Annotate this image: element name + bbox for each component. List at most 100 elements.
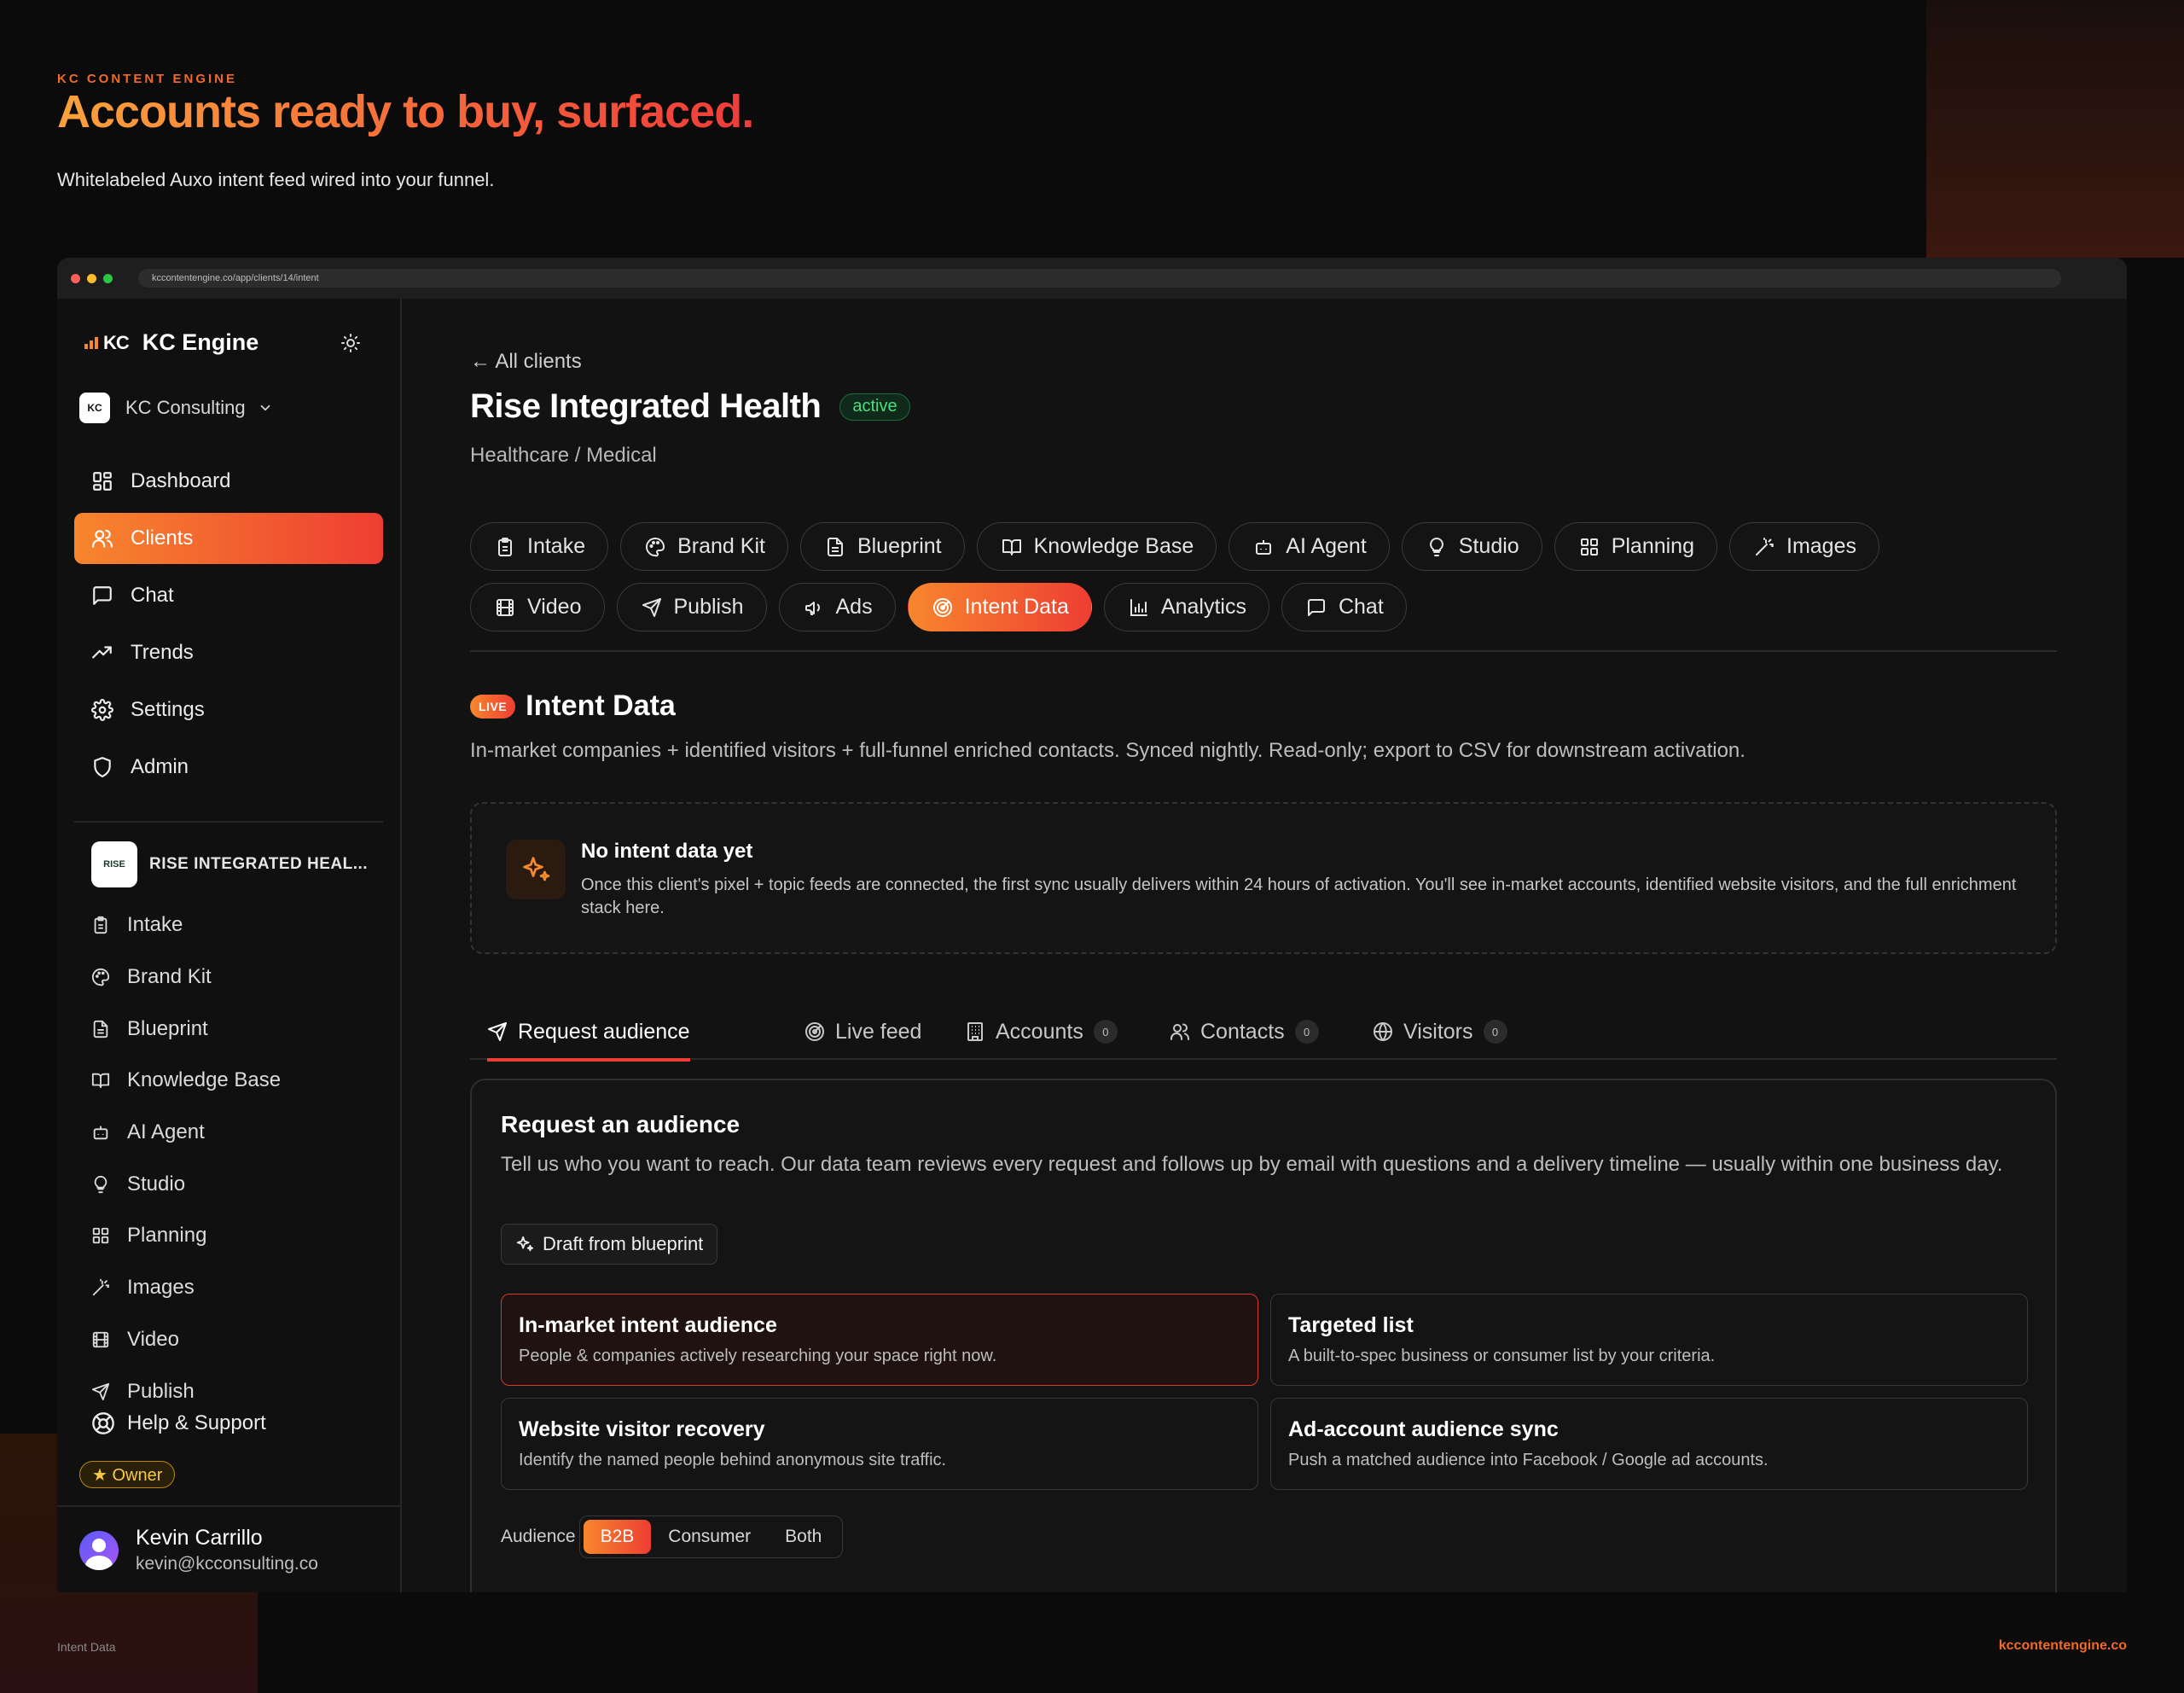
send-icon bbox=[91, 1382, 110, 1400]
tab-brand-kit[interactable]: Brand Kit bbox=[620, 522, 788, 571]
client-nav-label: Knowledge Base bbox=[127, 1068, 282, 1092]
subtab-accounts[interactable]: Accounts 0 bbox=[965, 1004, 1118, 1060]
empty-state: No intent data yet Once this client's pi… bbox=[470, 802, 2057, 954]
megaphone-icon bbox=[804, 601, 820, 615]
nav-item-chat[interactable]: Chat bbox=[74, 570, 383, 621]
subtab-contacts[interactable]: Contacts 0 bbox=[1170, 1004, 1319, 1060]
back-link[interactable]: ← All clients bbox=[470, 350, 582, 374]
option-in-market-intent[interactable]: In-market intent audience People & compa… bbox=[501, 1294, 1258, 1386]
subtab-label: Live feed bbox=[835, 1019, 922, 1044]
client-nav-knowledge-base[interactable]: Knowledge Base bbox=[91, 1055, 281, 1107]
option-ad-account-sync[interactable]: Ad-account audience sync Push a matched … bbox=[1270, 1398, 2028, 1490]
browser-chrome: kccontentengine.co/app/clients/14/intent bbox=[57, 258, 2127, 299]
option-title: In-market intent audience bbox=[519, 1313, 777, 1337]
audience-option-both[interactable]: Both bbox=[768, 1520, 839, 1554]
grid-icon bbox=[1580, 538, 1598, 556]
option-description: People & companies actively researching … bbox=[519, 1347, 997, 1365]
client-nav-images[interactable]: Images bbox=[91, 1262, 281, 1314]
subtab-visitors[interactable]: Visitors 0 bbox=[1373, 1004, 1507, 1060]
subtab-label: Accounts bbox=[996, 1019, 1083, 1044]
user-email: kevin@kcconsulting.co bbox=[136, 1554, 318, 1574]
client-nav-planning[interactable]: Planning bbox=[91, 1210, 281, 1262]
minimize-window-dot[interactable] bbox=[87, 273, 96, 283]
current-client[interactable]: RISE RISE INTEGRATED HEAL... bbox=[91, 841, 368, 887]
user-name: Kevin Carrillo bbox=[136, 1526, 263, 1550]
section-description: In-market companies + identified visitor… bbox=[470, 739, 1745, 762]
divider bbox=[74, 821, 383, 823]
subtab-label: Request audience bbox=[518, 1019, 690, 1044]
book-icon bbox=[1002, 538, 1021, 556]
decorative-glow bbox=[1926, 0, 2184, 258]
page-title: Rise Integrated Health bbox=[470, 387, 822, 425]
trending-icon bbox=[92, 646, 112, 659]
footer-site-link[interactable]: kccontentengine.co bbox=[1999, 1638, 2127, 1654]
option-targeted-list[interactable]: Targeted list A built-to-spec business o… bbox=[1270, 1294, 2028, 1386]
nav-item-clients[interactable]: Clients bbox=[74, 513, 383, 564]
theme-toggle-button[interactable] bbox=[337, 329, 364, 357]
tab-video[interactable]: Video bbox=[470, 583, 605, 631]
org-switcher[interactable]: KC KC Consulting bbox=[79, 393, 273, 423]
option-website-visitor-recovery[interactable]: Website visitor recovery Identify the na… bbox=[501, 1398, 1258, 1490]
radar-icon bbox=[805, 1022, 824, 1041]
tab-intake[interactable]: Intake bbox=[470, 522, 609, 571]
nav-item-label: Settings bbox=[131, 698, 205, 721]
message-icon bbox=[93, 586, 112, 605]
help-support-link[interactable]: Help & Support bbox=[91, 1411, 266, 1435]
client-nav-studio[interactable]: Studio bbox=[91, 1158, 281, 1210]
tab-analytics[interactable]: Analytics bbox=[1103, 583, 1269, 631]
close-window-dot[interactable] bbox=[71, 273, 80, 283]
audience-option-b2b[interactable]: B2B bbox=[583, 1520, 652, 1554]
tab-images[interactable]: Images bbox=[1729, 522, 1879, 571]
audience-option-consumer[interactable]: Consumer bbox=[651, 1520, 768, 1554]
tab-chat[interactable]: Chat bbox=[1281, 583, 1407, 631]
client-nav-brand-kit[interactable]: Brand Kit bbox=[91, 951, 281, 1004]
building-icon bbox=[967, 1022, 983, 1041]
magic-wand-icon bbox=[92, 1279, 110, 1296]
lifebuoy-icon bbox=[92, 1412, 114, 1434]
nav-item-admin[interactable]: Admin bbox=[74, 742, 383, 793]
client-nav-intake[interactable]: Intake bbox=[91, 899, 281, 951]
subtab-request-audience[interactable]: Request audience bbox=[487, 1004, 690, 1062]
film-icon bbox=[497, 598, 514, 616]
grid-icon bbox=[93, 472, 112, 491]
message-icon bbox=[1307, 598, 1325, 616]
send-icon bbox=[488, 1022, 507, 1041]
tab-intent-data[interactable]: Intent Data bbox=[907, 583, 1092, 631]
tab-ai-agent[interactable]: AI Agent bbox=[1228, 522, 1390, 571]
brand[interactable]: KC KC Engine bbox=[84, 329, 258, 356]
draft-from-blueprint-button[interactable]: Draft from blueprint bbox=[501, 1224, 718, 1265]
tab-label: AI Agent bbox=[1286, 534, 1367, 558]
avatar bbox=[79, 1530, 119, 1570]
bot-icon bbox=[93, 1126, 108, 1140]
nav-item-dashboard[interactable]: Dashboard bbox=[74, 456, 383, 507]
tab-planning[interactable]: Planning bbox=[1554, 522, 1717, 571]
nav-item-trends[interactable]: Trends bbox=[74, 627, 383, 678]
clipboard-icon bbox=[498, 537, 512, 556]
subtab-live-feed[interactable]: Live feed bbox=[804, 1004, 921, 1060]
tab-label: Studio bbox=[1458, 534, 1519, 558]
book-icon bbox=[91, 1073, 110, 1089]
client-nav-publish[interactable]: Publish bbox=[91, 1365, 281, 1417]
footer-label: Intent Data bbox=[57, 1640, 116, 1654]
request-audience-panel: Request an audience Tell us who you want… bbox=[470, 1079, 2057, 1592]
tab-knowledge-base[interactable]: Knowledge Base bbox=[976, 522, 1217, 571]
document-icon bbox=[827, 537, 843, 556]
tab-blueprint[interactable]: Blueprint bbox=[799, 522, 965, 571]
maximize-window-dot[interactable] bbox=[103, 273, 113, 283]
tab-ads[interactable]: Ads bbox=[778, 583, 896, 631]
client-nav-video[interactable]: Video bbox=[91, 1314, 281, 1366]
client-nav-ai-agent[interactable]: AI Agent bbox=[91, 1107, 281, 1159]
option-description: A built-to-spec business or consumer lis… bbox=[1288, 1347, 1716, 1365]
tab-studio[interactable]: Studio bbox=[1401, 522, 1542, 571]
client-nav-blueprint[interactable]: Blueprint bbox=[91, 1003, 281, 1055]
sidebar: KC KC Engine KC KC Consulting Dashboard … bbox=[57, 299, 402, 1592]
address-bar[interactable]: kccontentengine.co/app/clients/14/intent bbox=[138, 269, 2061, 288]
nav-item-settings[interactable]: Settings bbox=[74, 684, 383, 736]
user-profile[interactable]: Kevin Carrillo kevin@kcconsulting.co bbox=[79, 1526, 318, 1574]
tab-publish[interactable]: Publish bbox=[616, 583, 767, 631]
tab-label: Ads bbox=[835, 595, 873, 619]
tab-label: Analytics bbox=[1160, 595, 1246, 619]
hero-eyebrow: KC CONTENT ENGINE bbox=[57, 72, 238, 86]
client-tabs: Intake Brand Kit Blueprint Knowledge Bas… bbox=[470, 522, 2057, 643]
shield-icon bbox=[94, 757, 111, 777]
